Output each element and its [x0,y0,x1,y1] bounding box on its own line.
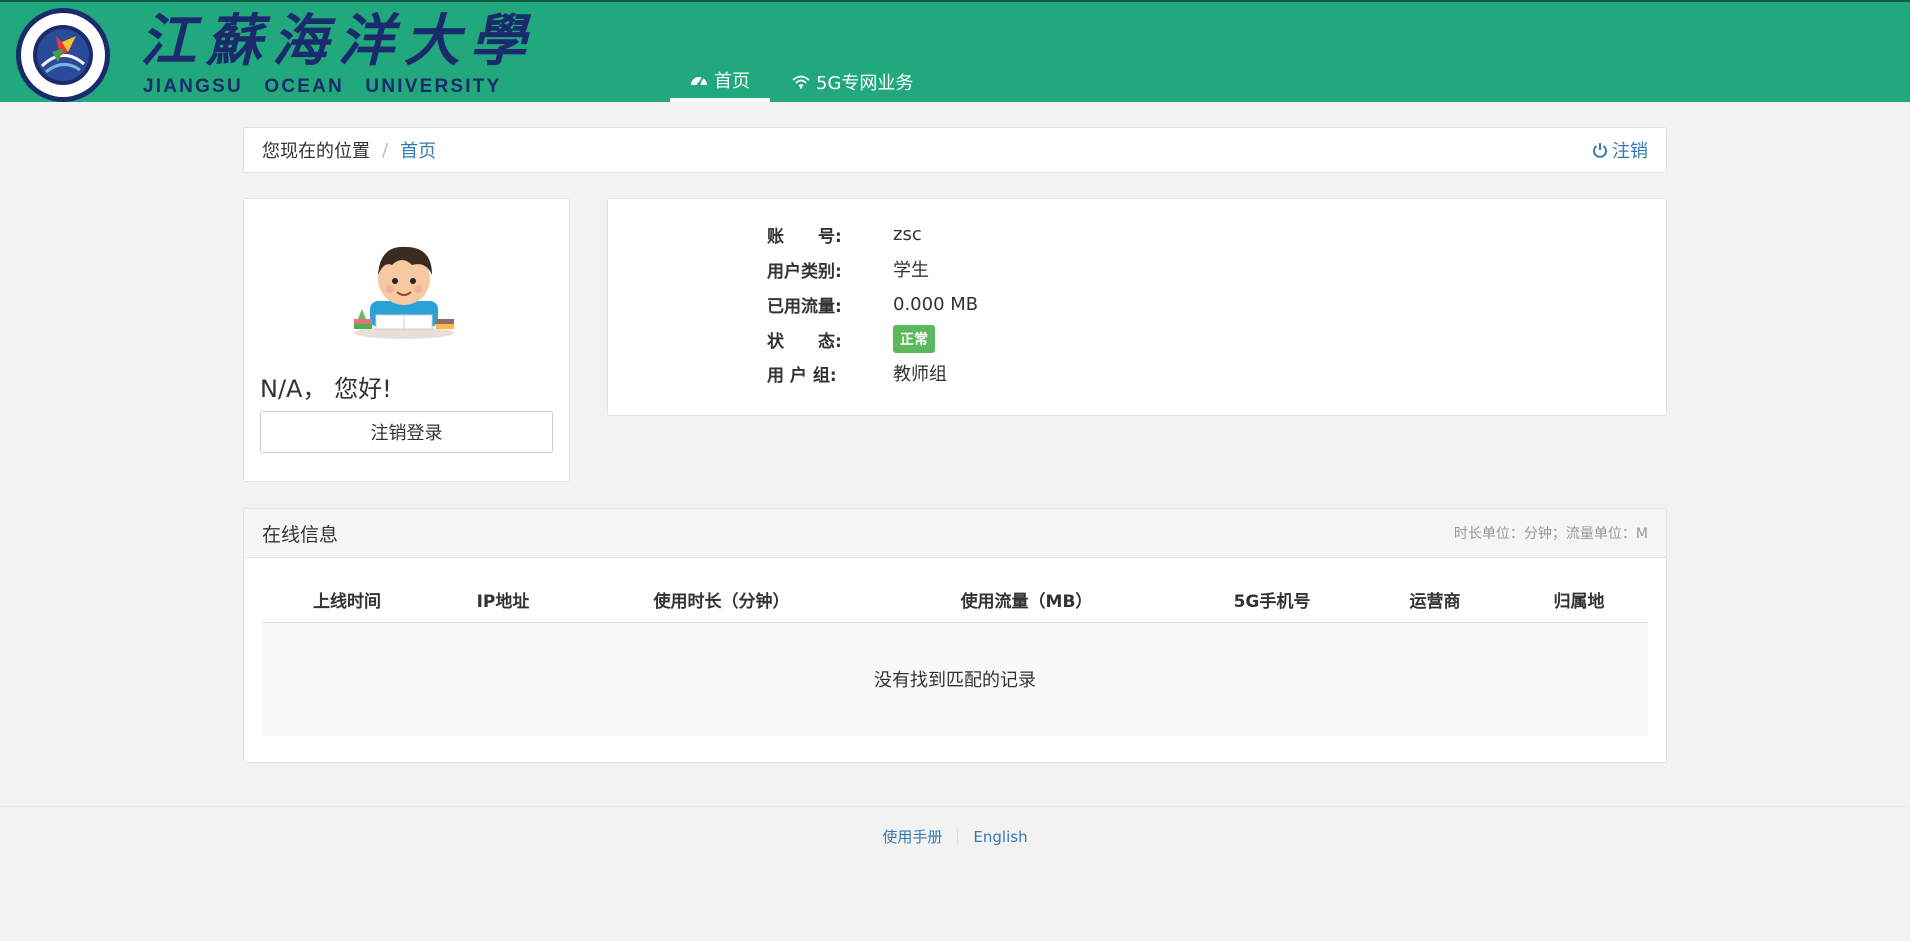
table-row: 没有找到匹配的记录 [262,622,1648,736]
nav-5g-business[interactable]: 5G专网业务 [770,62,933,102]
breadcrumb-separator: / [382,139,389,161]
footer-divider [0,806,1910,807]
university-seal-logo [16,8,110,102]
empty-table-message: 没有找到匹配的记录 [262,622,1648,736]
online-info-panel: 在线信息 时长单位：分钟；流量单位：M 上线时间 IP地址 使用时长（分钟） 使… [243,508,1667,763]
dashboard-icon [691,76,707,86]
user-type-label: 用户类别: [767,261,842,282]
power-icon [1593,143,1607,158]
english-link[interactable]: English [958,828,1042,846]
logout-link-label: 注销 [1612,141,1648,162]
breadcrumb: 您现在的位置 / 首页 注销 [243,127,1667,173]
user-type-value: 学生 [893,260,929,281]
column-header-login-time[interactable]: 上线时间 [262,578,432,623]
used-traffic-value: 0.000 MB [893,293,979,315]
table-header-row: 上线时间 IP地址 使用时长（分钟） 使用流量（MB） 5G手机号 运营商 归属… [262,578,1648,623]
account-label: 账 号: [767,226,842,247]
account-value: zsc [893,223,922,245]
user-group-value: 教师组 [893,364,947,385]
user-manual-link[interactable]: 使用手册 [867,826,957,847]
online-panel-units: 时长单位：分钟；流量单位：M [1453,526,1648,542]
account-row: 账 号: zsc [767,220,922,248]
online-panel-header: 在线信息 时长单位：分钟；流量单位：M [244,509,1666,558]
logout-link[interactable]: 注销 [1592,137,1648,163]
account-info-card: 账 号: zsc 用户类别: 学生 已用流量: 0.000 MB 状 态: 正常… [607,198,1667,416]
nav-home-label: 首页 [714,71,750,92]
column-header-traffic[interactable]: 使用流量（MB） [869,578,1184,623]
online-panel-title: 在线信息 [262,523,339,546]
breadcrumb-current[interactable]: 首页 [400,137,436,163]
nav-5g-label: 5G专网业务 [816,73,914,94]
university-name-chinese: 江蘇海洋大學 [140,8,536,74]
online-table: 上线时间 IP地址 使用时长（分钟） 使用流量（MB） 5G手机号 运营商 归属… [262,578,1648,736]
user-group-label: 用 户 组: [767,365,837,386]
wifi-icon [792,75,810,89]
main-nav: 首页 5G专网业务 [670,62,933,104]
column-header-carrier[interactable]: 运营商 [1360,578,1510,623]
nav-home[interactable]: 首页 [670,62,770,102]
top-header: 江蘇海洋大學 JIANGSU OCEAN UNIVERSITY 首页 5G专网业… [0,0,1910,102]
column-header-region[interactable]: 归属地 [1510,578,1648,623]
footer: 使用手册 English [0,826,1910,847]
column-header-ip[interactable]: IP地址 [432,578,574,623]
user-greeting: N/A， 您好! [260,375,392,403]
university-name-english: JIANGSU OCEAN UNIVERSITY [143,76,502,97]
user-group-row: 用 户 组: 教师组 [767,359,947,387]
logout-button[interactable]: 注销登录 [260,411,553,453]
breadcrumb-location-label: 您现在的位置 [262,141,370,162]
user-type-row: 用户类别: 学生 [767,255,929,283]
column-header-duration[interactable]: 使用时长（分钟） [574,578,869,623]
used-traffic-label: 已用流量: [767,296,842,317]
status-row: 状 态: 正常 [767,325,935,353]
used-traffic-row: 已用流量: 0.000 MB [767,290,978,318]
column-header-5g-phone[interactable]: 5G手机号 [1184,578,1360,623]
status-label: 状 态: [767,331,842,352]
user-card: N/A， 您好! 注销登录 [243,198,570,482]
status-badge: 正常 [893,325,935,353]
avatar [354,246,454,339]
